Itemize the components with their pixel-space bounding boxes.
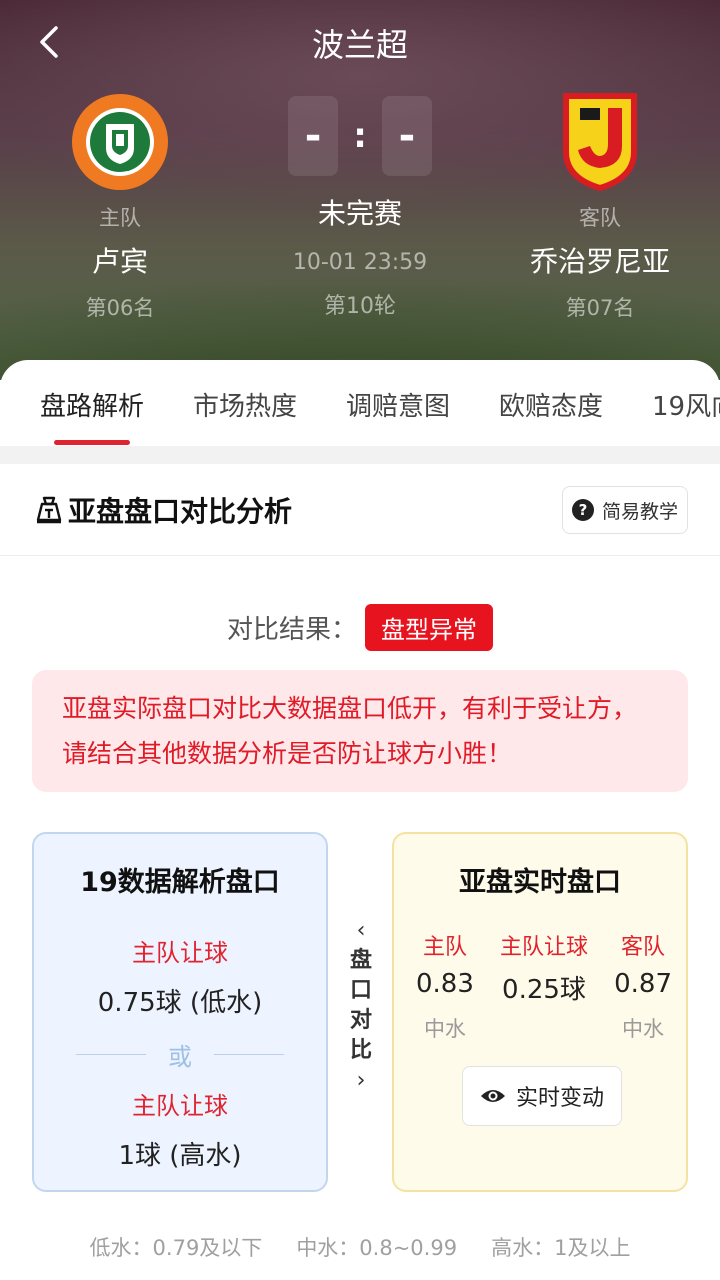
- status-badge: 盘型异常: [365, 604, 493, 651]
- section-header: 亚盘盘口对比分析 ? 简易教学: [0, 464, 720, 556]
- col-value: 0.25球: [502, 975, 586, 1005]
- tutorial-label: 简易教学: [601, 500, 678, 523]
- card-title: 19数据解析盘口: [80, 867, 280, 898]
- col-label: 主队: [422, 935, 467, 960]
- section-title: 亚盘盘口对比分析: [68, 495, 293, 528]
- col-sub: 中水: [622, 1017, 665, 1041]
- chevron-left-icon: ‹: [356, 918, 366, 943]
- tutorial-button[interactable]: ? 简易教学: [562, 486, 688, 534]
- away-team-rank: 第07名: [565, 296, 635, 320]
- card-title: 亚盘实时盘口: [459, 867, 621, 898]
- handicap-label: 主队让球: [132, 1092, 228, 1120]
- divider: [0, 446, 720, 464]
- tab-market-heat[interactable]: 市场热度: [193, 386, 297, 423]
- or-divider: 或: [34, 1037, 326, 1072]
- compare-char: 口: [349, 978, 372, 1003]
- handicap-value: 1球 (高水): [118, 1141, 242, 1171]
- water-level-legend: 低水：0.79及以下 中水：0.8~0.99 高水：1及以上: [0, 1232, 720, 1262]
- score-board: - : -: [288, 96, 432, 176]
- tab-bar: 盘路解析 市场热度 调赔意图 欧赔态度 19风向: [0, 360, 720, 446]
- col-value: 0.83: [416, 969, 474, 999]
- col-label: 主队让球: [499, 935, 588, 960]
- live-changes-label: 实时变动: [515, 1086, 604, 1111]
- col-value: 0.87: [614, 969, 672, 999]
- divider-line: [76, 1054, 146, 1055]
- live-changes-button[interactable]: 实时变动: [462, 1066, 622, 1126]
- live-col-handicap: 主队让球 0.25球: [500, 929, 588, 1046]
- result-label: 对比结果：: [226, 615, 357, 645]
- card-live-handicap: 亚盘实时盘口 主队 0.83 中水 主队让球 0.25球 客队 0.87 中水: [392, 832, 688, 1192]
- handicap-value: 0.75球 (低水): [97, 988, 263, 1018]
- score-separator: :: [353, 116, 367, 156]
- compare-char: 比: [349, 1038, 372, 1063]
- legend-low: 低水：0.79及以下: [89, 1236, 263, 1260]
- legend-high: 高水：1及以上: [491, 1236, 631, 1260]
- away-score: -: [381, 96, 432, 176]
- live-col-home: 主队 0.83 中水: [416, 929, 474, 1046]
- legend-mid: 中水：0.8~0.99: [296, 1236, 458, 1260]
- compare-toggle[interactable]: ‹ 盘 口 对 比 ›: [344, 920, 378, 1092]
- col-sub: 中水: [423, 1017, 466, 1041]
- col-label: 客队: [621, 935, 666, 960]
- divider-line: [214, 1054, 284, 1055]
- compare-label: 盘 口 对 比: [344, 946, 378, 1066]
- away-team-logo: [550, 92, 650, 192]
- question-icon: ?: [571, 499, 594, 521]
- away-team[interactable]: 客队 乔治罗尼亚 第07名: [490, 92, 710, 322]
- active-tab-indicator: [54, 440, 130, 445]
- alert-message: 亚盘实际盘口对比大数据盘口低开，有利于受让方，请结合其他数据分析是否防让球方小胜…: [32, 670, 688, 792]
- card-19-data-handicap: 19数据解析盘口 主队让球 0.75球 (低水) 或 主队让球 1球 (高水): [32, 832, 328, 1192]
- tab-19-trend[interactable]: 19风向: [652, 386, 720, 423]
- live-odds-grid: 主队 0.83 中水 主队让球 0.25球 客队 0.87 中水: [394, 929, 686, 1046]
- chevron-right-icon: ›: [356, 1068, 366, 1093]
- tab-euro-odds[interactable]: 欧赔态度: [499, 386, 603, 423]
- live-col-away: 客队 0.87 中水: [614, 929, 672, 1046]
- scale-icon: [36, 496, 62, 524]
- comparison-result: 对比结果： 盘型异常: [0, 604, 720, 651]
- or-text: 或: [168, 1043, 192, 1071]
- home-score: -: [288, 96, 338, 176]
- tab-handicap-analysis[interactable]: 盘路解析: [40, 386, 144, 423]
- match-header: 波兰超 主队 卢宾 第06名 - : - 未完赛 10-01 23:59 第10…: [0, 0, 720, 380]
- away-team-role: 客队: [579, 206, 621, 230]
- league-title: 波兰超: [311, 26, 408, 64]
- compare-char: 对: [349, 1008, 372, 1033]
- away-team-name: 乔治罗尼亚: [529, 245, 670, 278]
- tab-odds-intent[interactable]: 调赔意图: [346, 386, 450, 423]
- col-sub: [500, 1020, 588, 1046]
- content-panel: 盘路解析 市场热度 调赔意图 欧赔态度 19风向 亚盘盘口对比分析 ? 简易教学…: [0, 360, 720, 1280]
- eye-icon: [480, 1090, 505, 1102]
- home-team-logo: [70, 92, 170, 192]
- handicap-label: 主队让球: [132, 939, 228, 967]
- compare-char: 盘: [349, 948, 372, 973]
